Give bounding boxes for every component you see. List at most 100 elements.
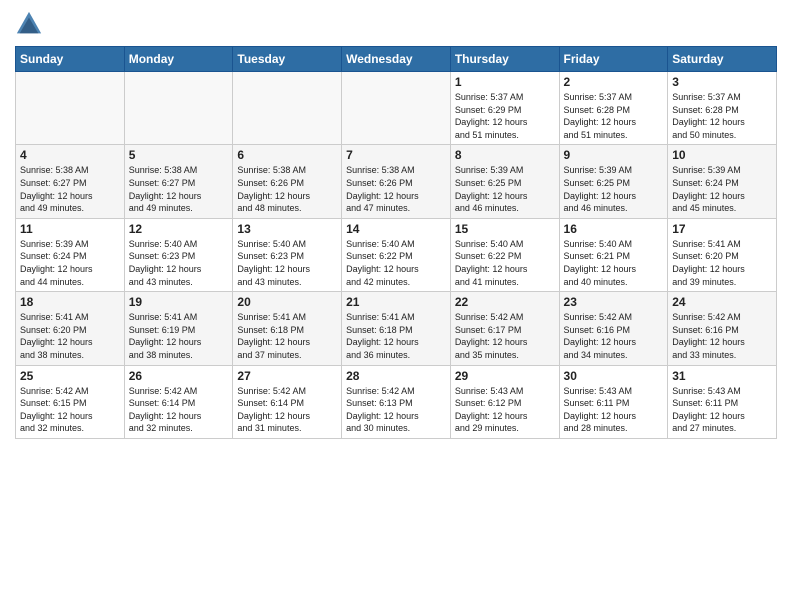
calendar-day-cell: 9Sunrise: 5:39 AM Sunset: 6:25 PM Daylig… bbox=[559, 145, 668, 218]
day-info: Sunrise: 5:37 AM Sunset: 6:28 PM Dayligh… bbox=[564, 91, 664, 141]
day-info: Sunrise: 5:41 AM Sunset: 6:20 PM Dayligh… bbox=[20, 311, 120, 361]
calendar-week-row: 1 Sunrise: 5:37 AM Sunset: 6:29 PM Daylig… bbox=[16, 72, 777, 145]
calendar-day-cell: 6Sunrise: 5:38 AM Sunset: 6:26 PM Daylig… bbox=[233, 145, 342, 218]
day-number: 29 bbox=[455, 369, 555, 383]
day-number: 11 bbox=[20, 222, 120, 236]
day-info: Sunrise: 5:40 AM Sunset: 6:23 PM Dayligh… bbox=[237, 238, 337, 288]
day-info: Sunrise: 5:40 AM Sunset: 6:22 PM Dayligh… bbox=[455, 238, 555, 288]
day-info: Sunrise: 5:38 AM Sunset: 6:26 PM Dayligh… bbox=[346, 164, 446, 214]
logo bbox=[15, 10, 47, 38]
day-info: Sunrise: 5:40 AM Sunset: 6:21 PM Dayligh… bbox=[564, 238, 664, 288]
day-number: 13 bbox=[237, 222, 337, 236]
day-info: Sunrise: 5:42 AM Sunset: 6:14 PM Dayligh… bbox=[129, 385, 229, 435]
day-number: 30 bbox=[564, 369, 664, 383]
calendar-day-cell bbox=[124, 72, 233, 145]
calendar-table: SundayMondayTuesdayWednesdayThursdayFrid… bbox=[15, 46, 777, 439]
day-info: Sunrise: 5:40 AM Sunset: 6:23 PM Dayligh… bbox=[129, 238, 229, 288]
day-number: 27 bbox=[237, 369, 337, 383]
day-number: 15 bbox=[455, 222, 555, 236]
day-info: Sunrise: 5:43 AM Sunset: 6:11 PM Dayligh… bbox=[672, 385, 772, 435]
day-number: 20 bbox=[237, 295, 337, 309]
day-number: 25 bbox=[20, 369, 120, 383]
calendar-header-row: SundayMondayTuesdayWednesdayThursdayFrid… bbox=[16, 47, 777, 72]
calendar-week-row: 25 Sunrise: 5:42 AM Sunset: 6:15 PM Dayli… bbox=[16, 365, 777, 438]
calendar-day-cell: 18 Sunrise: 5:41 AM Sunset: 6:20 PM Dayli… bbox=[16, 292, 125, 365]
day-number: 10 bbox=[672, 148, 772, 162]
day-number: 26 bbox=[129, 369, 229, 383]
day-info: Sunrise: 5:42 AM Sunset: 6:15 PM Dayligh… bbox=[20, 385, 120, 435]
calendar-day-cell: 8 Sunrise: 5:39 AM Sunset: 6:25 PM Daylig… bbox=[450, 145, 559, 218]
calendar-day-cell: 7 Sunrise: 5:38 AM Sunset: 6:26 PM Daylig… bbox=[342, 145, 451, 218]
day-number: 24 bbox=[672, 295, 772, 309]
day-number: 17 bbox=[672, 222, 772, 236]
day-number: 2 bbox=[564, 75, 664, 89]
day-number: 22 bbox=[455, 295, 555, 309]
calendar-day-cell: 2 Sunrise: 5:37 AM Sunset: 6:28 PM Daylig… bbox=[559, 72, 668, 145]
calendar-week-row: 11 Sunrise: 5:39 AM Sunset: 6:24 PM Dayli… bbox=[16, 218, 777, 291]
calendar-day-header: Monday bbox=[124, 47, 233, 72]
day-number: 7 bbox=[346, 148, 446, 162]
day-number: 3 bbox=[672, 75, 772, 89]
day-number: 19 bbox=[129, 295, 229, 309]
calendar-day-cell: 29 Sunrise: 5:43 AM Sunset: 6:12 PM Dayli… bbox=[450, 365, 559, 438]
calendar-day-cell: 4 Sunrise: 5:38 AM Sunset: 6:27 PM Daylig… bbox=[16, 145, 125, 218]
day-info: Sunrise: 5:39 AM Sunset: 6:25 PM Dayligh… bbox=[455, 164, 555, 214]
day-info: Sunrise: 5:37 AM Sunset: 6:29 PM Dayligh… bbox=[455, 91, 555, 141]
day-info: Sunrise: 5:37 AM Sunset: 6:28 PM Dayligh… bbox=[672, 91, 772, 141]
day-info: Sunrise: 5:38 AM Sunset: 6:27 PM Dayligh… bbox=[20, 164, 120, 214]
day-info: Sunrise: 5:41 AM Sunset: 6:20 PM Dayligh… bbox=[672, 238, 772, 288]
calendar-day-cell: 31Sunrise: 5:43 AM Sunset: 6:11 PM Dayli… bbox=[668, 365, 777, 438]
day-info: Sunrise: 5:40 AM Sunset: 6:22 PM Dayligh… bbox=[346, 238, 446, 288]
day-number: 6 bbox=[237, 148, 337, 162]
day-number: 4 bbox=[20, 148, 120, 162]
calendar-day-cell: 1 Sunrise: 5:37 AM Sunset: 6:29 PM Daylig… bbox=[450, 72, 559, 145]
day-info: Sunrise: 5:39 AM Sunset: 6:24 PM Dayligh… bbox=[20, 238, 120, 288]
day-info: Sunrise: 5:41 AM Sunset: 6:18 PM Dayligh… bbox=[346, 311, 446, 361]
day-info: Sunrise: 5:42 AM Sunset: 6:16 PM Dayligh… bbox=[672, 311, 772, 361]
day-number: 18 bbox=[20, 295, 120, 309]
calendar-day-cell: 24 Sunrise: 5:42 AM Sunset: 6:16 PM Dayli… bbox=[668, 292, 777, 365]
calendar-day-cell: 20 Sunrise: 5:41 AM Sunset: 6:18 PM Dayli… bbox=[233, 292, 342, 365]
day-number: 28 bbox=[346, 369, 446, 383]
calendar-day-header: Tuesday bbox=[233, 47, 342, 72]
header bbox=[15, 10, 777, 38]
calendar-day-cell: 11 Sunrise: 5:39 AM Sunset: 6:24 PM Dayli… bbox=[16, 218, 125, 291]
day-number: 5 bbox=[129, 148, 229, 162]
day-info: Sunrise: 5:41 AM Sunset: 6:18 PM Dayligh… bbox=[237, 311, 337, 361]
day-info: Sunrise: 5:41 AM Sunset: 6:19 PM Dayligh… bbox=[129, 311, 229, 361]
day-number: 23 bbox=[564, 295, 664, 309]
calendar-day-cell: 19 Sunrise: 5:41 AM Sunset: 6:19 PM Dayli… bbox=[124, 292, 233, 365]
day-info: Sunrise: 5:43 AM Sunset: 6:12 PM Dayligh… bbox=[455, 385, 555, 435]
calendar-day-header: Friday bbox=[559, 47, 668, 72]
page-container: SundayMondayTuesdayWednesdayThursdayFrid… bbox=[0, 0, 792, 449]
calendar-day-cell bbox=[16, 72, 125, 145]
day-number: 1 bbox=[455, 75, 555, 89]
calendar-day-cell bbox=[233, 72, 342, 145]
calendar-day-cell: 22 Sunrise: 5:42 AM Sunset: 6:17 PM Dayli… bbox=[450, 292, 559, 365]
calendar-day-cell: 26 Sunrise: 5:42 AM Sunset: 6:14 PM Dayli… bbox=[124, 365, 233, 438]
calendar-day-header: Saturday bbox=[668, 47, 777, 72]
day-info: Sunrise: 5:42 AM Sunset: 6:16 PM Dayligh… bbox=[564, 311, 664, 361]
calendar-day-cell: 15 Sunrise: 5:40 AM Sunset: 6:22 PM Dayli… bbox=[450, 218, 559, 291]
calendar-day-cell: 27 Sunrise: 5:42 AM Sunset: 6:14 PM Dayli… bbox=[233, 365, 342, 438]
calendar-day-header: Wednesday bbox=[342, 47, 451, 72]
day-info: Sunrise: 5:42 AM Sunset: 6:14 PM Dayligh… bbox=[237, 385, 337, 435]
day-info: Sunrise: 5:42 AM Sunset: 6:17 PM Dayligh… bbox=[455, 311, 555, 361]
calendar-day-cell: 21 Sunrise: 5:41 AM Sunset: 6:18 PM Dayli… bbox=[342, 292, 451, 365]
calendar-day-cell: 16Sunrise: 5:40 AM Sunset: 6:21 PM Dayli… bbox=[559, 218, 668, 291]
calendar-day-cell: 17 Sunrise: 5:41 AM Sunset: 6:20 PM Dayli… bbox=[668, 218, 777, 291]
day-info: Sunrise: 5:42 AM Sunset: 6:13 PM Dayligh… bbox=[346, 385, 446, 435]
calendar-day-cell: 3 Sunrise: 5:37 AM Sunset: 6:28 PM Daylig… bbox=[668, 72, 777, 145]
day-number: 14 bbox=[346, 222, 446, 236]
day-number: 12 bbox=[129, 222, 229, 236]
calendar-day-cell: 23 Sunrise: 5:42 AM Sunset: 6:16 PM Dayli… bbox=[559, 292, 668, 365]
day-number: 21 bbox=[346, 295, 446, 309]
calendar-day-header: Thursday bbox=[450, 47, 559, 72]
calendar-day-cell: 28 Sunrise: 5:42 AM Sunset: 6:13 PM Dayli… bbox=[342, 365, 451, 438]
calendar-day-cell: 10Sunrise: 5:39 AM Sunset: 6:24 PM Dayli… bbox=[668, 145, 777, 218]
day-number: 9 bbox=[564, 148, 664, 162]
calendar-week-row: 4 Sunrise: 5:38 AM Sunset: 6:27 PM Daylig… bbox=[16, 145, 777, 218]
calendar-day-cell: 13 Sunrise: 5:40 AM Sunset: 6:23 PM Dayli… bbox=[233, 218, 342, 291]
calendar-day-header: Sunday bbox=[16, 47, 125, 72]
day-number: 8 bbox=[455, 148, 555, 162]
